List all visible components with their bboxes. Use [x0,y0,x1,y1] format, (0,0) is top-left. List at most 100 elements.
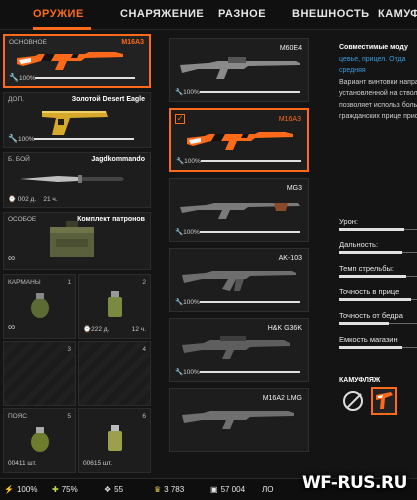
slot-weapon-name: M16A3 [121,39,144,46]
durability-bar [34,138,134,140]
durability-bar [201,160,301,162]
slot-number: 3 [67,346,71,353]
weapon-name: M16A2 LMG [262,395,302,402]
stat-firerate-bar [339,275,417,278]
status-item-4: ♛ 3 783 [154,485,185,495]
slot-number: 1 [67,279,71,286]
stat-firerate-label: Темп стрельбы: [339,264,394,273]
camo-option-selected[interactable] [371,387,397,415]
hours-text: 12 ч. [131,326,146,333]
rifle-icon [187,132,293,150]
stat-hip-accuracy-label: Точность от бедра [339,311,403,320]
pocket-slot-2[interactable]: 2 ⌚222 д. 12 ч. [78,274,151,339]
stat-magazine-bar [339,346,417,349]
status-item-1: ⚡ 100% [4,485,38,495]
stat-damage-bar [339,228,417,231]
slot-melee[interactable]: Б. БОЙ Jagdkommando ⌚ 002 д. 21 ч. [3,152,151,208]
durability-text: 🔧100% [175,89,200,96]
duration-text: ⌚ 002 д. 21 ч. [8,196,58,203]
flash-grenade-icon [108,425,122,451]
top-tab-bar: ОРУЖИЕ СНАРЯЖЕНИЕ РАЗНОЕ ВНЕШНОСТЬ КАМУФ [0,0,417,30]
durability-bar [200,371,300,373]
pistol-icon [42,111,108,135]
durability-bar [200,91,300,93]
slot-category: КАРМАНЫ [8,279,41,286]
durability-text: 🔧100% [9,73,36,82]
item-count: 00411 шт. [8,460,37,467]
tab-weapons[interactable]: ОРУЖИЕ [33,8,84,20]
status-item-5: ▣ 57 004 [210,485,246,495]
weapon-name: AK-103 [278,255,302,262]
slot-category: Б. БОЙ [8,156,30,163]
stat-magazine-label: Емкость магазин [339,335,398,344]
pocket-slot-4[interactable]: 4 [78,341,151,406]
durability-text: 🔧100% [8,134,35,143]
equipped-checkmark-icon: ✓ [175,114,185,124]
grenade-icon [31,293,49,318]
rifle-icon [182,411,294,429]
compat-level: средняя [339,67,366,74]
weapon-card-m16a2-lmg[interactable]: M16A2 LMG [169,388,309,452]
durability-text: 🔧100% [175,299,200,306]
camo-title: КАМУФЛЯЖ [339,377,381,384]
knife-icon [20,175,124,183]
stat-range-bar [339,251,417,254]
slot-special[interactable]: ОСОБОЕ Комплект патронов ∞ [3,212,151,270]
slot-weapon-name: Jagdkommando [91,156,145,163]
weapon-card-m16a3[interactable]: ✓ M16A3 🔧100% [169,108,309,172]
weapon-name: M60E4 [279,45,302,52]
infinite-indicator: ∞ [8,322,16,333]
tab-equipment[interactable]: СНАРЯЖЕНИЕ [120,8,204,20]
weapon-name: H&K G36K [267,325,302,332]
ammo-box-icon [50,221,94,257]
slot-number: 5 [67,413,71,420]
stat-range-label: Дальность: [339,240,379,249]
item-count: 00615 шт. [83,460,113,467]
grenade-icon [31,427,49,452]
durability-bar [200,301,300,303]
crown-icon: ♛ [154,485,162,495]
loadout-panel: ОСНОВНОЕ M16A3 🔧100% ДОП. Золотой Desert… [0,30,162,478]
belt-slot-6[interactable]: 6 00615 шт. [78,408,151,473]
machine-gun-icon [180,57,300,79]
weapon-card-ak103[interactable]: AK-103 🔧100% [169,248,309,312]
gem-icon: ❖ [104,485,112,495]
weapon-name: M16A3 [278,116,301,123]
weapon-card-m60e4[interactable]: M60E4 🔧100% [169,38,309,102]
pocket-slot-3[interactable]: 3 [3,341,76,406]
weapon-list: M60E4 🔧100% ✓ M16A3 🔧100% MG3 🔧100% AK-1… [162,30,310,478]
durability-bar [200,231,300,233]
no-camo-icon[interactable] [343,391,363,411]
weapon-description: Совместимые моду цевье, прицел. Отда сре… [339,42,417,123]
slot-category: ПОЯС [8,413,27,420]
slot-number: 2 [142,279,146,286]
durability-text: 🔧100% [175,369,200,376]
weapon-card-hk-g36k[interactable]: H&K G36K 🔧100% [169,318,309,382]
rifle-icon [17,52,123,70]
durability-bar [35,77,135,79]
belt-slot-5[interactable]: ПОЯС 5 00411 шт. [3,408,76,473]
smoke-grenade-icon [108,291,122,317]
durability-text: 🔧100% [176,158,201,165]
slot-category: ОСНОВНОЕ [9,39,47,46]
rifle-icon [182,336,290,359]
infinite-indicator: ∞ [8,253,16,264]
slot-number: 6 [142,413,146,420]
machine-gun-icon [180,203,300,219]
weapon-name: MG3 [286,185,302,192]
slot-secondary[interactable]: ДОП. Золотой Desert Eagle 🔧100% [3,92,151,148]
description-text: Вариант винтовки направляющей Пик устано… [339,78,417,121]
tab-appearance[interactable]: ВНЕШНОСТЬ [292,8,370,20]
weapon-card-mg3[interactable]: MG3 🔧100% [169,178,309,242]
tab-camo[interactable]: КАМУФ [378,8,417,20]
slot-weapon-name: Золотой Desert Eagle [71,96,145,103]
tab-misc[interactable]: РАЗНОЕ [218,8,266,20]
compat-modules: цевье, прицел. Отда [339,55,406,63]
slot-category: ОСОБОЕ [8,216,37,223]
armor-icon: ⚡ [4,485,14,495]
pocket-slot-1[interactable]: КАРМАНЫ 1 ∞ [3,274,76,339]
money-icon: ▣ [210,485,218,495]
stat-hip-accuracy-bar [339,322,417,325]
compat-title: Совместимые моду [339,44,408,51]
slot-primary[interactable]: ОСНОВНОЕ M16A3 🔧100% [3,34,151,88]
